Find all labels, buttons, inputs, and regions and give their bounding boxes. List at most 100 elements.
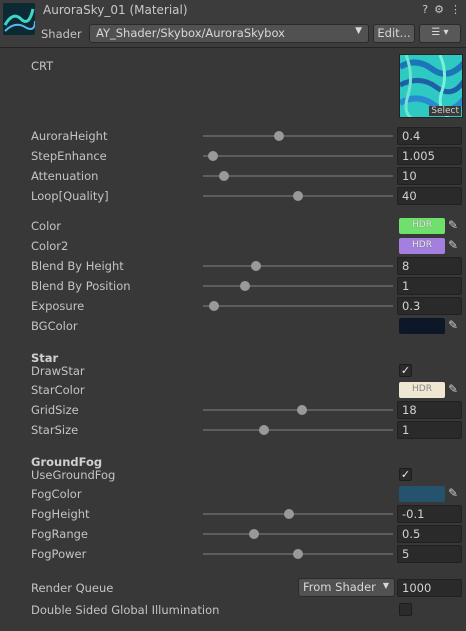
render-queue-mode: From Shader [303,580,376,594]
loop-quality-slider-handle[interactable] [293,191,303,201]
exposure-row: Exposure 0.3 [0,296,466,316]
blend-by-height-slider-handle[interactable] [251,261,262,271]
grid-size-label: GridSize [31,403,79,417]
step-enhance-row: StepEnhance 1.005 [0,146,466,166]
hdr-tag: HDR [412,220,432,230]
render-queue-label: Render Queue [31,581,114,595]
texture-select-button[interactable]: Select [429,106,461,116]
double-sided-gi-row: Double Sided Global Illumination [0,600,466,620]
blend-by-position-label: Blend By Position [31,279,131,293]
eyedropper-icon[interactable]: ✎ [448,486,462,502]
attenuation-slider-handle[interactable] [218,171,229,181]
fog-height-slider-track[interactable] [203,513,393,515]
star-size-input[interactable]: 1 [397,421,462,439]
aurora-height-row: AuroraHeight 0.4 [0,126,466,146]
draw-star-checkbox[interactable]: ✓ [399,364,412,377]
attenuation-input[interactable]: 10 [397,167,462,185]
color2-label: Color2 [31,239,69,253]
hdr-tag: HDR [412,384,432,394]
star-color-swatch[interactable]: HDR [399,382,445,398]
shader-dropdown[interactable]: AY_Shader/Skybox/AuroraSkybox ▼ [89,24,369,43]
crt-texture-slot[interactable]: Select [399,54,463,118]
blend-by-position-input[interactable]: 1 [397,277,462,295]
attenuation-row: Attenuation 10 [0,166,466,186]
bg-color-swatch[interactable] [399,318,445,334]
fog-color-row: FogColor ✎ [0,484,466,504]
star-size-slider-track[interactable] [203,429,393,431]
fog-color-swatch[interactable] [399,486,445,502]
eyedropper-icon[interactable]: ✎ [448,238,462,254]
attenuation-slider-track[interactable] [203,175,393,177]
fog-range-slider-handle[interactable] [249,529,260,539]
blend-by-position-row: Blend By Position 1 [0,276,466,296]
fog-range-row: FogRange 0.5 [0,524,466,544]
grid-size-input[interactable]: 18 [397,401,462,419]
exposure-slider-track[interactable] [203,305,393,307]
fog-height-row: FogHeight -0.1 [0,504,466,524]
fog-height-label: FogHeight [31,507,90,521]
fog-range-input[interactable]: 0.5 [397,525,462,543]
star-size-slider-handle[interactable] [258,425,269,435]
chevron-down-icon: ▼ [382,581,389,590]
blend-by-position-slider-track[interactable] [203,285,393,287]
draw-star-row: DrawStar ✓ [0,361,466,381]
use-ground-fog-checkbox[interactable]: ✓ [399,468,412,481]
render-queue-input[interactable]: 1000 [397,579,462,597]
help-icon[interactable]: ? [422,3,428,16]
blend-by-height-row: Blend By Height 8 [0,256,466,276]
fog-color-label: FogColor [31,487,82,501]
double-sided-gi-label: Double Sided Global Illumination [31,603,220,617]
exposure-label: Exposure [31,299,85,313]
material-preview-thumbnail [3,3,35,35]
eyedropper-icon[interactable]: ✎ [448,218,462,234]
bg-color-label: BGColor [31,319,78,333]
fog-height-input[interactable]: -0.1 [397,505,462,523]
draw-star-label: DrawStar [31,364,85,378]
step-enhance-input[interactable]: 1.005 [397,147,462,165]
eyedropper-icon[interactable]: ✎ [448,318,462,334]
fog-range-slider-track[interactable] [203,533,393,535]
aurora-height-input[interactable]: 0.4 [397,127,462,145]
material-title: AuroraSky_01 (Material) [43,3,188,17]
fog-power-row: FogPower 5 [0,544,466,564]
star-size-label: StarSize [31,423,79,437]
color2-row: Color2 HDR ✎ [0,236,466,256]
fog-power-input[interactable]: 5 [397,545,462,563]
fog-power-label: FogPower [31,547,87,561]
header-icons: ? ⚙ ⋮ [422,3,461,16]
blend-by-height-slider-track[interactable] [203,265,393,267]
aurora-height-slider-handle[interactable] [274,131,284,141]
hdr-tag: HDR [412,240,432,250]
blend-by-height-input[interactable]: 8 [397,257,462,275]
aurora-height-slider-track[interactable] [203,135,393,137]
aurora-height-label: AuroraHeight [31,129,108,143]
render-queue-dropdown[interactable]: From Shader ▼ [298,578,395,597]
blend-by-position-slider-handle[interactable] [239,281,250,291]
shader-dropdown-value: AY_Shader/Skybox/AuroraSkybox [96,26,285,40]
shader-list-menu-button[interactable]: ☰ ▾ [419,24,461,43]
star-size-row: StarSize 1 [0,420,466,440]
color2-swatch[interactable]: HDR [399,238,445,254]
double-sided-gi-checkbox[interactable] [399,603,412,616]
render-queue-row: Render Queue From Shader ▼ 1000 [0,578,466,598]
blend-by-height-label: Blend By Height [31,259,124,273]
grid-size-slider-handle[interactable] [296,405,307,415]
step-enhance-slider-handle[interactable] [207,151,218,161]
exposure-slider-handle[interactable] [209,301,220,311]
color-row: Color HDR ✎ [0,216,466,236]
step-enhance-slider-track[interactable] [203,155,393,157]
eyedropper-icon[interactable]: ✎ [448,382,462,398]
loop-quality-row: Loop[Quality] 40 [0,186,466,206]
loop-quality-label: Loop[Quality] [31,189,109,203]
use-ground-fog-row: UseGroundFog ✓ [0,465,466,485]
fog-height-slider-handle[interactable] [283,509,294,519]
settings-icon[interactable]: ⚙ [434,3,444,16]
fog-power-slider-handle[interactable] [293,549,303,559]
loop-quality-input[interactable]: 40 [397,187,462,205]
crt-label: CRT [31,59,54,73]
more-icon[interactable]: ⋮ [450,3,461,16]
use-ground-fog-label: UseGroundFog [31,468,116,482]
exposure-input[interactable]: 0.3 [397,297,462,315]
edit-shader-button[interactable]: Edit... [373,24,415,43]
color-swatch[interactable]: HDR [399,218,445,234]
